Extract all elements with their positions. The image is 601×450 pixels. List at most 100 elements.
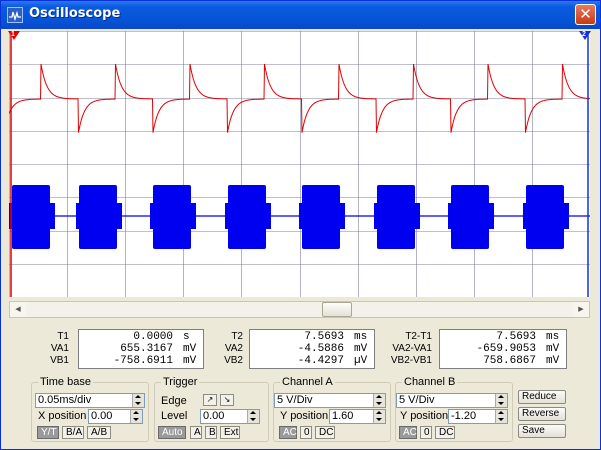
vb1-unit: mV <box>183 355 197 367</box>
spinner-icon[interactable] <box>495 394 507 407</box>
xposition-input[interactable]: 0.00 <box>88 409 143 424</box>
trigger-a-button[interactable]: A <box>190 426 202 439</box>
t1-value: 0.0000 <box>133 331 173 343</box>
save-button[interactable]: Save <box>518 424 566 438</box>
trigger-auto-button[interactable]: Auto <box>158 426 186 439</box>
channel-b-scale-value: 5 V/Div <box>399 394 435 406</box>
va2-value: -4.5886 <box>297 343 344 355</box>
reduce-button[interactable]: Reduce <box>518 390 566 404</box>
trigger-title: Trigger <box>161 376 200 388</box>
channel-b-burst-edge <box>523 203 569 229</box>
cursor-1-label: 1 <box>11 31 15 38</box>
va1-unit: mV <box>183 343 197 355</box>
ab-mode-button[interactable]: A/B <box>87 426 111 439</box>
channel-b-zero-button[interactable]: 0 <box>420 426 432 439</box>
readout-diff-labels: T2-T1 VA2-VA1 VB2-VB1 <box>377 331 432 367</box>
edge-label: Edge <box>161 395 187 407</box>
channel-a-ac-button[interactable]: AC <box>279 426 297 439</box>
t2-value: 7.5693 <box>304 331 344 343</box>
spinner-icon[interactable] <box>130 410 142 423</box>
cursor-readout: T1 VA1 VB1 0.0000 s 655.3167 mV -758.6911 m… <box>21 323 581 371</box>
spinner-icon[interactable] <box>495 410 507 423</box>
channel-b-group: Channel B 5 V/Div Y position -1.20 AC 0 … <box>395 376 513 442</box>
spinner-icon[interactable] <box>373 410 385 423</box>
oscilloscope-icon <box>7 7 23 23</box>
va1-label: VA1 <box>50 343 69 354</box>
window-title: Oscilloscope <box>29 6 121 21</box>
channel-b-burst-edge <box>374 203 420 229</box>
level-label: Level <box>161 410 188 422</box>
va2-label: VA2 <box>224 343 243 354</box>
scrollbar-thumb[interactable] <box>322 302 352 317</box>
channel-a-zero-button[interactable]: 0 <box>300 426 312 439</box>
timebase-scale-input[interactable]: 0.05ms/div <box>35 393 145 408</box>
waveform-plot <box>9 31 590 297</box>
channel-b-burst-edge <box>448 203 494 229</box>
trigger-b-button[interactable]: B <box>205 426 217 439</box>
t2-unit: ms <box>354 331 368 343</box>
vb2-vb1-value: 758.6867 <box>483 355 536 367</box>
vb2-value: -4.4297 <box>297 355 344 367</box>
vb2-label: VB2 <box>224 355 243 366</box>
scroll-right-arrow-icon[interactable]: ▶ <box>573 302 589 317</box>
channel-b-burst-edge <box>150 203 196 229</box>
cursor-2-marker[interactable]: 2 <box>579 31 591 40</box>
vb2-vb1-unit: mV <box>546 355 560 367</box>
vb2-unit: µV <box>354 355 368 367</box>
vb1-label: VB1 <box>50 355 69 366</box>
channel-a-title: Channel A <box>280 376 335 388</box>
cursor-2-label: 2 <box>582 31 586 38</box>
xposition-value: 0.00 <box>91 410 113 422</box>
channel-b-dc-button[interactable]: DC <box>435 426 455 439</box>
channel-b-title: Channel B <box>402 376 458 388</box>
readout-t2-labels: T2 VA2 VB2 <box>211 331 243 367</box>
trigger-group: Trigger Edge ↗ ↘ Level 0.00 Auto A B Ext <box>154 376 269 442</box>
vb2-vb1-label: VB2-VB1 <box>390 355 432 366</box>
channel-a-yposition-input[interactable]: 1.60 <box>329 409 386 424</box>
channel-b-burst-edge <box>9 203 55 229</box>
va2-va1-label: VA2-VA1 <box>392 343 432 354</box>
va2-unit: mV <box>354 343 368 355</box>
ba-mode-button[interactable]: B/A <box>62 426 84 439</box>
spinner-icon[interactable] <box>373 394 385 407</box>
rising-edge-icon[interactable]: ↗ <box>203 394 217 406</box>
scope-display[interactable]: 1 2 <box>8 31 591 297</box>
va1-value: 655.3167 <box>120 343 173 355</box>
title-bar[interactable]: Oscilloscope ✕ <box>1 1 600 29</box>
channel-b-ac-button[interactable]: AC <box>399 426 417 439</box>
channel-b-trace <box>9 185 590 249</box>
timebase-group: Time base 0.05ms/div X position 0.00 Y/T… <box>31 376 149 442</box>
scroll-left-arrow-icon[interactable]: ◀ <box>10 302 26 317</box>
t1-label: T1 <box>57 331 69 342</box>
horizontal-scrollbar[interactable]: ◀ ▶ <box>9 301 590 318</box>
channel-b-yposition-value: -1.20 <box>451 410 477 422</box>
t2-label: T2 <box>231 331 243 342</box>
readout-diff-box: 7.5693 ms -659.9053 mV 758.6867 mV <box>439 329 567 369</box>
close-button[interactable]: ✕ <box>575 4 596 25</box>
cursor-1-marker[interactable]: 1 <box>8 31 20 40</box>
channel-b-yposition-label: Y position <box>400 410 449 422</box>
channel-a-scale-input[interactable]: 5 V/Div <box>274 393 386 408</box>
channel-a-yposition-label: Y position <box>280 410 329 422</box>
reverse-button[interactable]: Reverse <box>518 407 566 421</box>
spinner-icon[interactable] <box>132 394 144 407</box>
channel-a-dc-button[interactable]: DC <box>315 426 335 439</box>
channel-b-scale-input[interactable]: 5 V/Div <box>396 393 508 408</box>
timebase-scale-value: 0.05ms/div <box>38 394 92 406</box>
trigger-level-input[interactable]: 0.00 <box>200 409 260 424</box>
va2-va1-unit: mV <box>546 343 560 355</box>
channel-b-yposition-input[interactable]: -1.20 <box>448 409 508 424</box>
yt-mode-button[interactable]: Y/T <box>37 426 59 439</box>
spinner-icon[interactable] <box>247 410 259 423</box>
timebase-title: Time base <box>38 376 93 388</box>
trigger-ext-button[interactable]: Ext <box>220 426 240 439</box>
t1-unit: s <box>183 331 190 343</box>
falling-edge-icon[interactable]: ↘ <box>220 394 234 406</box>
channel-a-scale-value: 5 V/Div <box>277 394 313 406</box>
readout-t1-box: 0.0000 s 655.3167 mV -758.6911 mV <box>78 329 204 369</box>
trigger-level-value: 0.00 <box>203 410 225 422</box>
xposition-label: X position <box>38 410 87 422</box>
channel-b-burst-edge <box>76 203 122 229</box>
t2-t1-unit: ms <box>546 331 560 343</box>
readout-t2-box: 7.5693 ms -4.5886 mV -4.4297 µV <box>249 329 375 369</box>
